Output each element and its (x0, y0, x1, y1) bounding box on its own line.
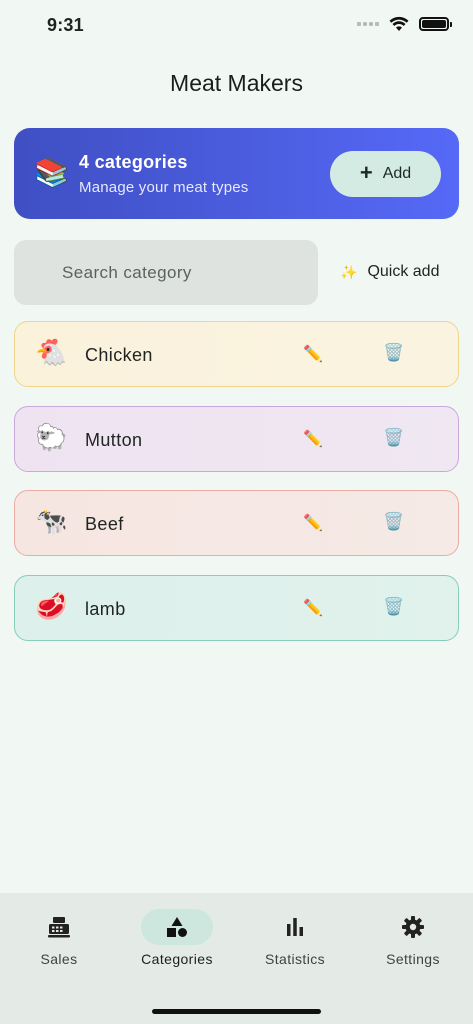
category-card-mutton[interactable]: 🐑 Mutton ✏️ 🗑️ (14, 406, 459, 472)
quick-add-label: Quick add (367, 263, 440, 280)
search-category-input[interactable] (14, 240, 318, 305)
nav-label-statistics: Statistics (264, 951, 325, 967)
categories-subtitle: Manage your meat types (79, 179, 249, 196)
nav-label-categories: Categories (141, 951, 213, 967)
edit-pencil-icon[interactable]: ✏️ (303, 598, 323, 618)
sparkles-icon: ✨ (340, 263, 358, 280)
category-emoji-icon: 🐑 (35, 422, 68, 452)
add-button-label: Add (382, 165, 412, 182)
nav-item-categories[interactable]: Categories (127, 909, 227, 967)
category-name: Mutton (85, 430, 143, 450)
nav-item-sales[interactable]: Sales (9, 909, 109, 967)
status-icons (357, 16, 452, 32)
gear-icon (402, 916, 424, 938)
delete-trash-icon[interactable]: 🗑️ (383, 597, 404, 617)
quick-add-button[interactable]: ✨ Quick add (340, 263, 439, 281)
edit-pencil-icon[interactable]: ✏️ (303, 344, 323, 364)
battery-icon (419, 17, 452, 31)
status-bar: 9:31 (0, 0, 473, 52)
nav-label-settings: Settings (386, 951, 440, 967)
cellular-signal-icon (357, 22, 379, 26)
category-name: lamb (85, 599, 126, 619)
category-emoji-icon: 🥩 (35, 591, 68, 621)
shapes-icon (167, 917, 187, 937)
categories-summary-card: 📚 4 categories Manage your meat types + … (14, 128, 459, 219)
home-indicator (152, 1009, 321, 1014)
category-card-chicken[interactable]: 🐔 Chicken ✏️ 🗑️ (14, 321, 459, 387)
categories-count: 4 categories (79, 152, 188, 172)
delete-trash-icon[interactable]: 🗑️ (383, 343, 404, 363)
wifi-icon (389, 16, 409, 31)
cash-register-icon (48, 917, 70, 938)
category-emoji-icon: 🐄 (35, 506, 68, 536)
nav-item-statistics[interactable]: Statistics (245, 909, 345, 967)
books-icon: 📚 (34, 157, 69, 188)
nav-item-settings[interactable]: Settings (363, 909, 463, 967)
bottom-navigation: Sales Categories Statistics Settings (0, 893, 473, 1024)
plus-icon: + (359, 160, 373, 185)
category-name: Beef (85, 514, 124, 534)
nav-label-sales: Sales (40, 951, 78, 967)
category-card-beef[interactable]: 🐄 Beef ✏️ 🗑️ (14, 490, 459, 556)
status-time: 9:31 (47, 15, 84, 35)
edit-pencil-icon[interactable]: ✏️ (303, 513, 323, 533)
bar-chart-icon (287, 918, 303, 936)
add-category-button[interactable]: + Add (330, 151, 441, 197)
category-emoji-icon: 🐔 (35, 337, 68, 367)
category-name: Chicken (85, 345, 153, 365)
delete-trash-icon[interactable]: 🗑️ (383, 428, 404, 448)
edit-pencil-icon[interactable]: ✏️ (303, 429, 323, 449)
delete-trash-icon[interactable]: 🗑️ (383, 512, 404, 532)
page-title: Meat Makers (170, 70, 303, 96)
category-card-lamb[interactable]: 🥩 lamb ✏️ 🗑️ (14, 575, 459, 641)
